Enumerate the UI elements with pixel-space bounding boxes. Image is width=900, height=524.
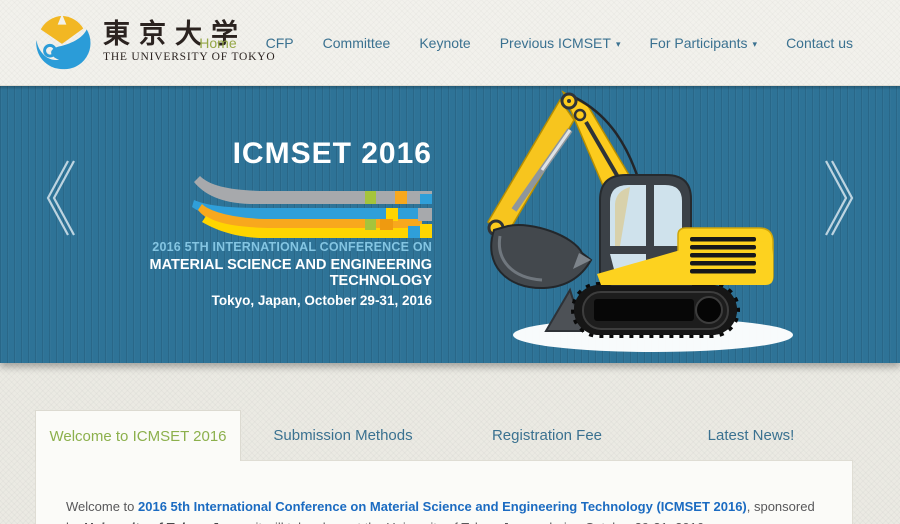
nav-committee[interactable]: Committee: [323, 35, 391, 51]
tab-submission-methods-label: Submission Methods: [273, 426, 413, 444]
carousel-next-button[interactable]: [820, 158, 860, 238]
tab-registration-fee-label: Registration Fee: [491, 426, 603, 444]
main-navigation: Home CFP Committee Keynote Previous ICMS…: [199, 0, 853, 86]
nav-home[interactable]: Home: [199, 35, 236, 51]
nav-for-participants-label: For Participants: [649, 35, 748, 51]
excavator-illustration-icon: [487, 90, 793, 352]
hero-carousel: ICMSET 2016 2016 5TH INTERNATIONAL CONFE…: [0, 86, 900, 363]
nav-for-participants[interactable]: For Participants ▾: [649, 35, 757, 51]
welcome-paragraph: Welcome to 2016 5th International Confer…: [66, 497, 822, 524]
site-header: 東京大学 THE UNIVERSITY OF TOKYO Home CFP Co…: [0, 0, 900, 86]
content-tabs: Welcome to ICMSET 2016 Submission Method…: [35, 410, 853, 461]
tab-welcome[interactable]: Welcome to ICMSET 2016: [35, 410, 241, 461]
conference-link[interactable]: 2016 5th International Conference on Mat…: [138, 499, 747, 514]
welcome-text-emphasis: University of Tokyo, Japan,: [83, 520, 252, 524]
nav-cfp-label: CFP: [265, 35, 294, 51]
utokyo-ginkgo-icon: [36, 13, 91, 70]
tab-latest-news-label: Latest News!: [707, 426, 795, 444]
welcome-content-panel: Welcome to 2016 5th International Confer…: [35, 460, 853, 524]
nav-contact-us-label: Contact us: [786, 35, 853, 51]
welcome-text-prefix: Welcome to: [66, 499, 139, 514]
welcome-text-rest: it will take place at the University of …: [252, 520, 708, 524]
nav-cfp[interactable]: CFP: [266, 35, 294, 51]
hero-conference-line2: MATERIAL SCIENCE AND ENGINEERING TECHNOL…: [149, 257, 432, 289]
hero-conference-line1: 2016 5TH INTERNATIONAL CONFERENCE ON: [152, 240, 432, 254]
chevron-down-icon: ▾: [752, 38, 758, 49]
nav-contact-us[interactable]: Contact us: [786, 35, 853, 51]
nav-keynote[interactable]: Keynote: [419, 35, 470, 51]
nav-home-label: Home: [199, 35, 237, 51]
tab-welcome-label: Welcome to ICMSET 2016: [49, 427, 227, 445]
chevron-right-icon: [825, 160, 854, 236]
hero-title: ICMSET 2016: [232, 137, 432, 170]
hero-location-date: Tokyo, Japan, October 29-31, 2016: [211, 293, 432, 308]
nav-committee-label: Committee: [322, 35, 391, 51]
nav-previous-icmset-label: Previous ICMSET: [499, 35, 611, 51]
ribbons-graphic: [192, 176, 432, 238]
nav-keynote-label: Keynote: [419, 35, 471, 51]
tab-registration-fee[interactable]: Registration Fee: [445, 410, 649, 460]
hero-text-block: ICMSET 2016 2016 5TH INTERNATIONAL CONFE…: [52, 139, 432, 308]
nav-previous-icmset[interactable]: Previous ICMSET ▾: [500, 35, 621, 51]
tab-latest-news[interactable]: Latest News!: [649, 410, 853, 460]
tab-submission-methods[interactable]: Submission Methods: [241, 410, 445, 460]
chevron-down-icon: ▾: [615, 38, 621, 49]
